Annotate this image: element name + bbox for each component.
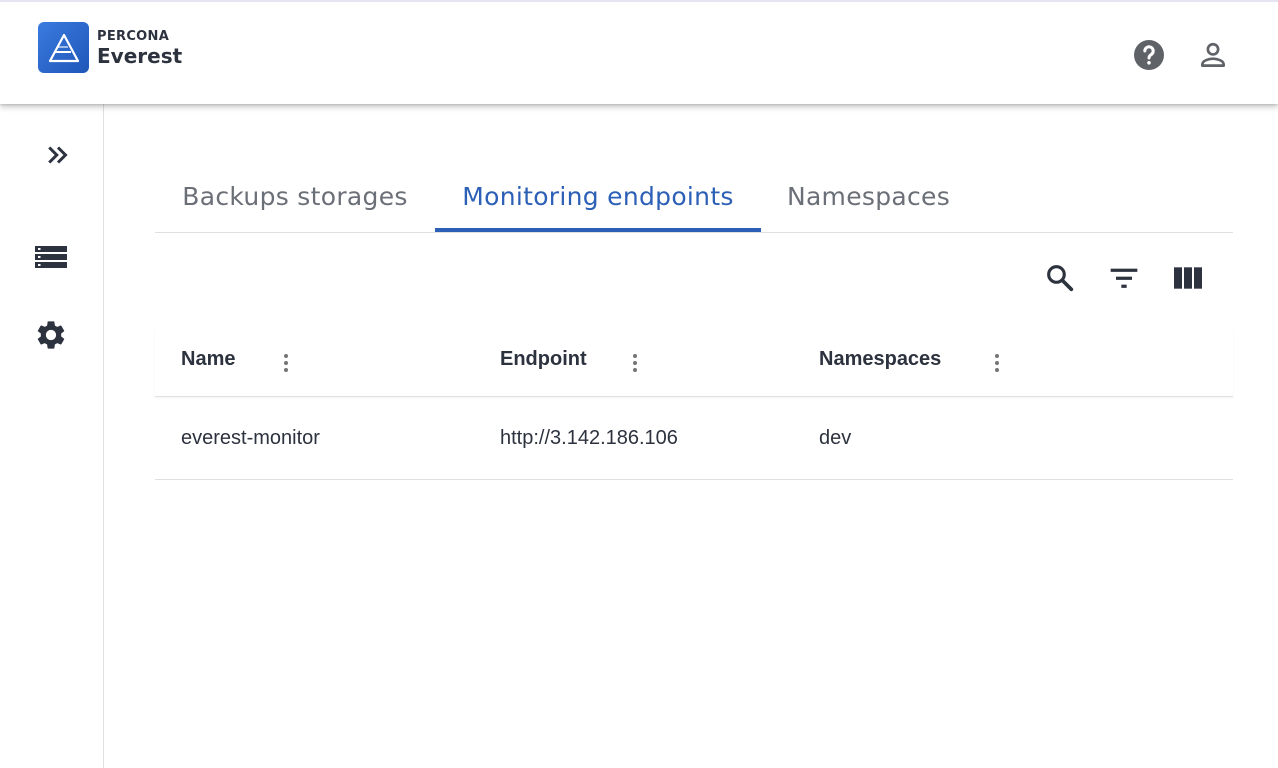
sidebar — [0, 104, 104, 768]
cell-name: everest-monitor — [181, 427, 320, 449]
user-icon[interactable] — [1195, 37, 1231, 73]
active-tab-indicator — [435, 228, 761, 232]
column-menu-icon[interactable] — [987, 350, 1007, 376]
column-header-namespaces[interactable]: Namespaces — [819, 348, 941, 371]
settings-icon[interactable] — [33, 317, 69, 353]
logo-wordmark-top: PERCONA — [97, 28, 170, 44]
tab-namespaces[interactable]: Namespaces — [761, 160, 976, 232]
columns-icon[interactable] — [1170, 260, 1206, 296]
cell-endpoint: http://3.142.186.106 — [500, 427, 678, 449]
cell-namespaces: dev — [819, 427, 852, 449]
column-menu-icon[interactable] — [276, 350, 296, 376]
filter-icon[interactable] — [1106, 260, 1142, 296]
table-header: Name Endpoint Namespaces — [155, 328, 1233, 397]
expand-sidebar-icon[interactable] — [40, 137, 76, 173]
tab-monitoring-endpoints[interactable]: Monitoring endpoints — [435, 160, 761, 232]
percona-everest-logo[interactable]: PERCONA Everest — [38, 22, 182, 73]
table-row[interactable]: everest-monitor http://3.142.186.106 dev — [155, 397, 1233, 480]
logo-wordmark-bottom: Everest — [97, 43, 183, 68]
column-header-name[interactable]: Name — [181, 348, 235, 371]
top-bar: PERCONA Everest — [0, 0, 1278, 104]
settings-tabs: Backups storages Monitoring endpoints Na… — [155, 160, 1233, 233]
monitoring-endpoints-table: Name Endpoint Namespaces everest-monitor… — [155, 328, 1233, 480]
help-icon[interactable] — [1131, 37, 1167, 73]
databases-icon[interactable] — [33, 240, 69, 276]
column-menu-icon[interactable] — [625, 350, 645, 376]
logo-mark-icon — [38, 22, 89, 73]
tab-backup-storages[interactable]: Backups storages — [155, 160, 435, 232]
column-header-endpoint[interactable]: Endpoint — [500, 348, 587, 371]
search-icon[interactable] — [1042, 260, 1078, 296]
